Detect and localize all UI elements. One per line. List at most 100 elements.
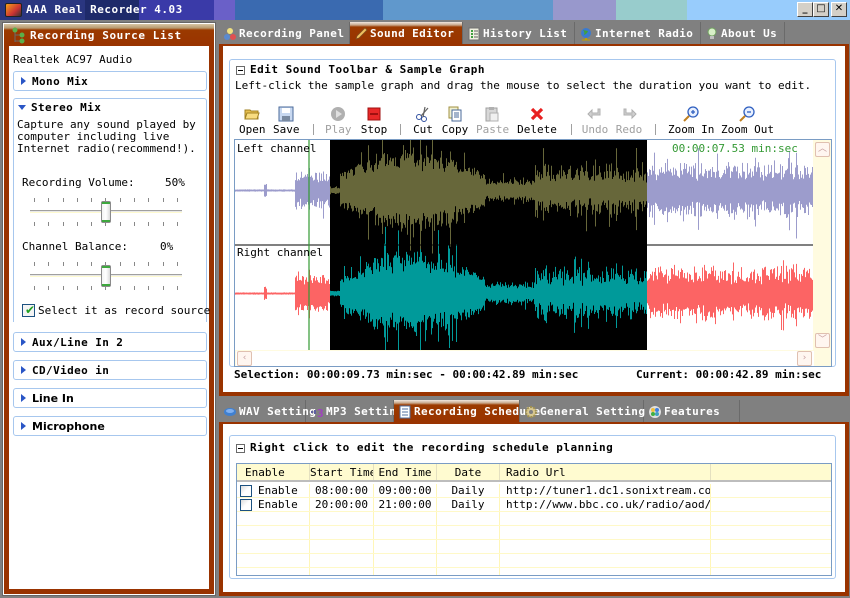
expand-arrow-icon: [21, 422, 26, 430]
column-header-end-time[interactable]: End Time: [374, 464, 437, 480]
schedule-group-title: Right click to edit the recording schedu…: [250, 441, 614, 454]
bottom-tab-strip: WAV Setting 3 MP3 Setting Recording Sche…: [219, 400, 850, 424]
save-disk-icon: [278, 106, 294, 122]
tab-label: Recording Panel: [239, 27, 345, 40]
column-header-radio-url[interactable]: Radio Url: [500, 464, 711, 480]
enable-checkbox[interactable]: [240, 485, 252, 497]
close-button[interactable]: ✕: [831, 2, 847, 17]
zoom-in-button[interactable]: Zoom In: [668, 106, 714, 136]
tab-sound-editor[interactable]: Sound Editor: [350, 22, 463, 46]
scroll-left-button[interactable]: ‹: [237, 351, 252, 366]
play-icon: [331, 107, 345, 121]
tab-wav-setting[interactable]: WAV Setting: [219, 400, 316, 424]
source-group-cd-video-in[interactable]: CD/Video in: [13, 360, 207, 380]
select-record-source-checkbox[interactable]: ✔: [22, 303, 36, 317]
maximize-button[interactable]: □: [813, 2, 829, 17]
collapse-toggle[interactable]: [236, 444, 245, 453]
wav-icon: [224, 408, 236, 416]
waveform-graph[interactable]: [235, 140, 813, 350]
channel-balance-label: Channel Balance:: [22, 240, 128, 253]
slider-thumb[interactable]: [101, 201, 111, 223]
paste-button[interactable]: Paste: [476, 106, 510, 136]
undo-button[interactable]: Undo: [581, 106, 609, 136]
tab-recording-panel[interactable]: Recording Panel: [219, 22, 350, 46]
zoom-in-icon: [683, 106, 699, 122]
sound-editor-hint: Left-click the sample graph and drag the…: [235, 79, 812, 92]
source-group-aux-line-in-2[interactable]: Aux/Line In 2: [13, 332, 207, 352]
scroll-down-button[interactable]: ﹀: [815, 333, 830, 348]
gear-icon: [525, 406, 537, 418]
open-folder-icon: [244, 109, 260, 120]
pencil-icon: [355, 27, 368, 40]
collapse-arrow-icon: [18, 105, 26, 110]
maximize-icon: □: [816, 3, 826, 14]
checkmark-icon: ✔: [25, 303, 36, 317]
enable-checkbox[interactable]: [240, 499, 252, 511]
mp3-icon: 3: [311, 407, 324, 419]
minimize-button[interactable]: _: [797, 2, 813, 17]
tab-label: MP3 Setting: [326, 405, 404, 418]
scroll-right-button[interactable]: ›: [797, 351, 812, 366]
svg-text:3: 3: [317, 407, 324, 419]
channel-balance-value: 0%: [160, 240, 174, 253]
recording-volume-label: Recording Volume:: [22, 176, 135, 189]
tab-label: WAV Setting: [239, 405, 317, 418]
empty-row: [237, 540, 831, 554]
play-button[interactable]: Play: [325, 106, 352, 136]
chevron-right-icon: ›: [802, 353, 807, 363]
toolbar-separator: [571, 124, 572, 135]
stereo-mix-header[interactable]: Stereo Mix: [13, 98, 207, 118]
tab-label: Sound Editor: [370, 27, 455, 40]
tab-general-setting[interactable]: General Setting: [520, 400, 645, 424]
slider-thumb[interactable]: [101, 265, 111, 287]
recording-volume-slider[interactable]: [30, 198, 182, 226]
save-button[interactable]: Save: [273, 106, 300, 136]
zoom-out-icon: [739, 106, 755, 122]
delete-x-icon: [530, 107, 544, 121]
redo-button[interactable]: Redo: [615, 106, 643, 136]
collapse-toggle[interactable]: [236, 66, 245, 75]
cell-blank: [711, 484, 831, 497]
column-header-enable[interactable]: Enable: [237, 464, 310, 480]
open-button[interactable]: Open: [239, 106, 266, 136]
recording-source-title: Recording Source List: [30, 29, 182, 42]
toolbar-label: Open: [239, 123, 266, 136]
tab-internet-radio[interactable]: Internet Radio: [575, 22, 701, 46]
table-row[interactable]: Enable 08:00:00 09:00:00 Daily http://tu…: [237, 484, 831, 498]
schedule-table[interactable]: Enable Start Time End Time Date Radio Ur…: [236, 463, 832, 576]
empty-row: [237, 568, 831, 575]
close-icon: ✕: [834, 3, 844, 14]
cut-button[interactable]: Cut: [411, 106, 435, 136]
delete-button[interactable]: Delete: [517, 106, 557, 136]
copy-button[interactable]: Copy: [441, 106, 469, 136]
tab-about-us[interactable]: About Us: [701, 22, 785, 46]
tab-features[interactable]: Features: [644, 400, 740, 424]
recording-panel-icon: [224, 28, 236, 40]
source-group-line-in[interactable]: Line In: [13, 388, 207, 408]
toolbar-label: Save: [273, 123, 300, 136]
tab-history-list[interactable]: History List: [463, 22, 575, 46]
source-group-mono-mix[interactable]: Mono Mix: [13, 71, 207, 91]
cell-start-time: 08:00:00: [310, 484, 374, 497]
table-row[interactable]: Enable 20:00:00 21:00:00 Daily http://ww…: [237, 498, 831, 512]
column-header-blank: [711, 464, 831, 480]
toolbar-label: Cut: [413, 123, 433, 136]
scroll-up-button[interactable]: ︿: [815, 142, 830, 157]
tab-label: Features: [664, 405, 721, 418]
horizontal-scrollbar[interactable]: [236, 351, 814, 366]
toolbar-label: Play: [325, 123, 352, 136]
zoom-out-button[interactable]: Zoom Out: [721, 106, 774, 136]
undo-icon: [587, 108, 601, 120]
current-position-status: Current: 00:00:42.89 min:sec: [636, 368, 822, 381]
tab-recording-schedule[interactable]: Recording Schedule: [394, 400, 540, 424]
toolbar-label: Copy: [441, 123, 469, 136]
stop-button[interactable]: Stop: [360, 106, 388, 136]
toolbar-label: Paste: [476, 123, 510, 136]
column-header-start-time[interactable]: Start Time: [310, 464, 374, 480]
column-header-date[interactable]: Date: [437, 464, 500, 480]
edit-sound-group-title: Edit Sound Toolbar & Sample Graph: [250, 63, 486, 76]
channel-balance-slider[interactable]: [30, 262, 182, 290]
source-group-microphone[interactable]: Microphone: [13, 416, 207, 436]
tab-mp3-setting[interactable]: 3 MP3 Setting: [306, 400, 403, 424]
toolbar-separator: [313, 124, 314, 135]
